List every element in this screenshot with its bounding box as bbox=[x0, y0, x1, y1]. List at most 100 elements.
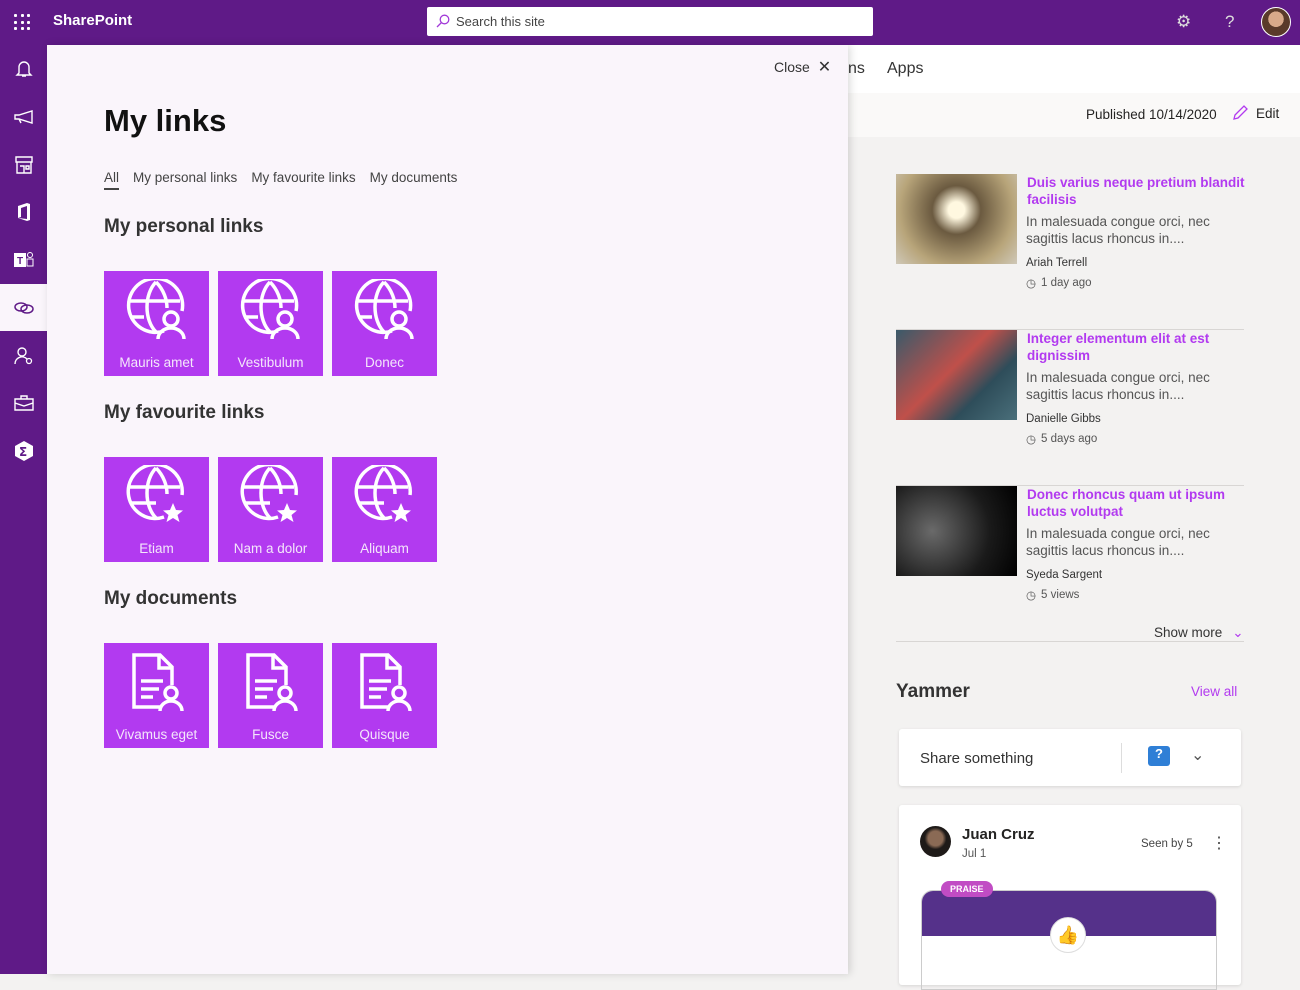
author-avatar[interactable] bbox=[920, 826, 951, 857]
news-title[interactable]: Donec rhoncus quam ut ipsum luctus volut… bbox=[1027, 486, 1247, 520]
news-description: In malesuada congue orci, nec sagittis l… bbox=[1026, 214, 1210, 246]
view-all-link[interactable]: View all bbox=[1191, 684, 1237, 699]
section-heading: My personal links bbox=[104, 216, 264, 237]
teams-button[interactable]: T bbox=[0, 236, 47, 283]
people-search-icon bbox=[13, 346, 32, 364]
globe-person-icon bbox=[354, 279, 414, 340]
clock-icon: ◷ bbox=[1026, 590, 1037, 602]
link-tile[interactable]: Etiam bbox=[104, 457, 209, 562]
tile-label: Aliquam bbox=[360, 541, 409, 556]
globe-star-icon bbox=[126, 465, 184, 522]
search-placeholder: Search this site bbox=[456, 14, 545, 29]
news-thumbnail bbox=[896, 174, 1017, 264]
news-thumbnail bbox=[896, 330, 1017, 420]
store-icon bbox=[14, 155, 33, 174]
news-author: Ariah Terrell bbox=[1026, 257, 1088, 269]
settings-icon[interactable]: ⚙ bbox=[1176, 12, 1191, 32]
pencil-icon bbox=[1233, 105, 1248, 120]
document-person-icon bbox=[132, 653, 184, 712]
tile-label: Nam a dolor bbox=[233, 541, 308, 556]
office-button[interactable] bbox=[0, 188, 47, 235]
link-tile[interactable]: Fusce bbox=[218, 643, 323, 748]
sigma-icon: Σ bbox=[14, 440, 33, 461]
nav-item-partial[interactable]: ns bbox=[848, 60, 865, 78]
tab-bar: All My personal links My favourite links… bbox=[104, 170, 457, 190]
tab-favourite-links[interactable]: My favourite links bbox=[251, 170, 355, 190]
tab-documents[interactable]: My documents bbox=[370, 170, 458, 190]
link-tile[interactable]: Donec bbox=[332, 271, 437, 376]
news-item[interactable]: Duis varius neque pretium blandit facili… bbox=[896, 174, 1247, 330]
more-options-icon[interactable]: ⋮ bbox=[1211, 833, 1227, 853]
my-links-panel: Close ✕ My links All My personal links My… bbox=[47, 45, 848, 974]
news-author: Danielle Gibbs bbox=[1026, 413, 1101, 425]
tab-personal-links[interactable]: My personal links bbox=[133, 170, 237, 190]
tab-all[interactable]: All bbox=[104, 170, 120, 190]
share-placeholder: Share something bbox=[920, 750, 1034, 767]
document-person-icon bbox=[360, 653, 412, 712]
yammer-post: Juan Cruz Jul 1 Seen by 5 ⋮ PRAISE 👍 bbox=[899, 805, 1241, 990]
news-description: In malesuada congue orci, nec sagittis l… bbox=[1026, 526, 1210, 558]
globe-star-icon bbox=[240, 465, 298, 522]
link-tile[interactable]: Vivamus eget bbox=[104, 643, 209, 748]
announcements-button[interactable] bbox=[0, 93, 47, 140]
tile-group: Vivamus eget Fusce Quisque bbox=[104, 643, 437, 748]
user-avatar[interactable] bbox=[1261, 7, 1291, 37]
site-nav: ns Apps bbox=[848, 45, 1300, 93]
news-item[interactable]: Integer elementum elit at est dignissim … bbox=[896, 330, 1244, 486]
svg-text:Σ: Σ bbox=[19, 445, 27, 459]
edit-button[interactable]: Edit bbox=[1232, 105, 1279, 121]
post-author[interactable]: Juan Cruz bbox=[962, 826, 1035, 843]
news-title[interactable]: Duis varius neque pretium blandit facili… bbox=[1027, 174, 1247, 208]
people-button[interactable] bbox=[0, 332, 47, 379]
work-button[interactable] bbox=[0, 379, 47, 426]
link-tile[interactable]: Mauris amet bbox=[104, 271, 209, 376]
search-input[interactable]: Search this site bbox=[427, 7, 873, 36]
news-author: Syeda Sargent bbox=[1026, 569, 1103, 581]
close-button[interactable]: Close ✕ bbox=[774, 57, 831, 77]
news-meta: ◷ 5 views bbox=[1026, 588, 1079, 602]
close-icon: ✕ bbox=[817, 59, 832, 76]
clock-icon: ◷ bbox=[1026, 278, 1037, 290]
app-name[interactable]: SharePoint bbox=[53, 12, 132, 29]
link-tile[interactable]: Vestibulum bbox=[218, 271, 323, 376]
tile-label: Vivamus eget bbox=[115, 727, 198, 742]
news-meta-text: 5 views bbox=[1041, 589, 1080, 601]
bell-icon bbox=[14, 60, 33, 77]
tile-label: Donec bbox=[364, 355, 405, 370]
notifications-button[interactable] bbox=[0, 45, 47, 92]
edit-label: Edit bbox=[1256, 105, 1280, 121]
clock-icon: ◷ bbox=[1026, 434, 1037, 446]
my-links-button[interactable] bbox=[0, 284, 47, 331]
store-button[interactable] bbox=[0, 141, 47, 188]
link-tile[interactable]: Nam a dolor bbox=[218, 457, 323, 562]
share-box[interactable]: Share something ? ⌄ bbox=[899, 729, 1241, 786]
news-item[interactable]: Donec rhoncus quam ut ipsum luctus volut… bbox=[896, 486, 1244, 642]
praise-badge: PRAISE bbox=[941, 881, 993, 897]
publish-bar: Published 10/14/2020 Edit bbox=[848, 93, 1300, 137]
question-icon[interactable]: ? bbox=[1148, 746, 1170, 766]
globe-person-icon bbox=[126, 279, 186, 340]
left-rail: T Σ bbox=[0, 45, 47, 974]
sigma-button[interactable]: Σ bbox=[0, 427, 47, 474]
link-tile[interactable]: Quisque bbox=[332, 643, 437, 748]
tile-label: Vestibulum bbox=[237, 355, 304, 370]
show-more-button[interactable]: Show more ⌄ bbox=[1154, 625, 1244, 641]
app-launcher-icon[interactable] bbox=[14, 14, 30, 30]
help-icon[interactable]: ? bbox=[1225, 12, 1234, 32]
link-tile[interactable]: Aliquam bbox=[332, 457, 437, 562]
seen-by[interactable]: Seen by 5 bbox=[1141, 838, 1193, 850]
briefcase-icon bbox=[13, 394, 34, 411]
page-title: My links bbox=[104, 103, 227, 138]
teams-icon: T bbox=[13, 251, 33, 267]
tile-label: Quisque bbox=[359, 727, 410, 742]
links-icon bbox=[13, 301, 34, 314]
thumbs-up-icon: 👍 bbox=[1050, 917, 1086, 953]
megaphone-icon bbox=[13, 109, 33, 124]
divider bbox=[1121, 743, 1122, 773]
news-title[interactable]: Integer elementum elit at est dignissim bbox=[1027, 330, 1247, 364]
tile-group: Etiam Nam a dolor Aliquam bbox=[104, 457, 437, 562]
top-bar: SharePoint Search this site ⚙ ? bbox=[0, 0, 1300, 45]
news-thumbnail bbox=[896, 486, 1017, 576]
chevron-down-icon[interactable]: ⌄ bbox=[1191, 745, 1204, 765]
nav-item-apps[interactable]: Apps bbox=[887, 60, 923, 78]
